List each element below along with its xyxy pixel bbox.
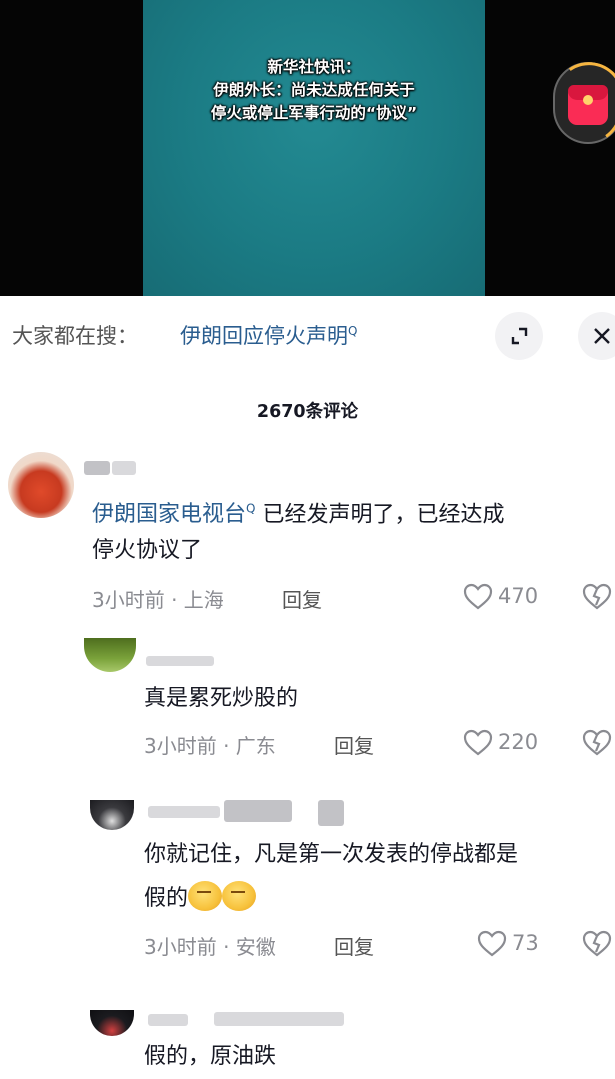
mention-link[interactable]: 伊朗国家电视台Q — [92, 502, 255, 527]
username-blurred[interactable] — [84, 461, 110, 475]
heart-icon[interactable] — [463, 729, 493, 757]
heart-icon[interactable] — [463, 583, 493, 611]
comment-text: 真是累死炒股的 — [144, 686, 299, 711]
red-packet-button[interactable] — [546, 56, 615, 150]
close-icon — [594, 328, 610, 344]
reply-button[interactable]: 回复 — [334, 931, 374, 960]
expand-icon — [511, 327, 528, 345]
comment-text-line-2: 停火协议了 — [92, 538, 203, 563]
like-count: 470 — [498, 584, 539, 608]
video-caption: 新华社快讯： 伊朗外长：尚未达成任何关于 停火或停止军事行动的“协议” — [143, 56, 485, 125]
caption-line-1: 新华社快讯： — [267, 58, 361, 76]
caption-line-2: 伊朗外长：尚未达成任何关于 — [213, 81, 415, 99]
username-blurred[interactable] — [146, 656, 214, 666]
search-prefix-label: 大家都在搜： — [12, 324, 138, 348]
comment-meta: 3小时前 · 广东 — [144, 734, 276, 758]
comment-count-title: 2670条评论 — [256, 402, 359, 422]
video-player[interactable]: 新华社快讯： 伊朗外长：尚未达成任何关于 停火或停止军事行动的“协议” — [0, 0, 615, 296]
avatar[interactable] — [84, 638, 136, 672]
caption-line-3: 停火或停止军事行动的“协议” — [210, 104, 418, 122]
like-count: 220 — [498, 730, 539, 754]
comment-meta: 3小时前 · 上海 — [92, 588, 224, 612]
comment-meta: 3小时前 · 安徽 — [144, 935, 276, 959]
dislike-icon[interactable] — [582, 729, 612, 757]
avatar[interactable] — [8, 452, 74, 518]
comment-text: 伊朗国家电视台Q 已经发声明了，已经达成 — [92, 502, 505, 528]
dislike-icon[interactable] — [582, 583, 612, 611]
search-suggestion-bar: 大家都在搜： 伊朗回应停火声明Q — [0, 296, 615, 376]
username-blurred[interactable] — [148, 806, 220, 818]
search-suggestion-link[interactable]: 伊朗回应停火声明Q — [180, 320, 357, 350]
emoji-icon — [188, 881, 223, 911]
emoji-icon — [222, 881, 257, 911]
video-frame[interactable]: 新华社快讯： 伊朗外长：尚未达成任何关于 停火或停止军事行动的“协议” — [143, 0, 485, 296]
heart-icon[interactable] — [477, 930, 507, 958]
reply-button[interactable]: 回复 — [282, 584, 322, 613]
username-blurred[interactable] — [148, 1014, 188, 1026]
dislike-icon[interactable] — [582, 930, 612, 958]
comment-text-line-2: 假的 — [144, 880, 257, 918]
comment-text: 假的，原油跌 — [144, 1044, 277, 1069]
like-count: 73 — [512, 931, 539, 955]
avatar[interactable] — [90, 1010, 134, 1036]
expand-button[interactable] — [495, 312, 543, 360]
search-term-text: 伊朗回应停火声明 — [180, 324, 348, 348]
close-button[interactable] — [578, 312, 615, 360]
avatar[interactable] — [90, 800, 134, 830]
search-q-icon: Q — [348, 324, 358, 338]
reply-button[interactable]: 回复 — [334, 730, 374, 759]
red-packet-icon — [568, 85, 608, 125]
comment-text: 你就记住，凡是第一次发表的停战都是 — [144, 842, 519, 867]
